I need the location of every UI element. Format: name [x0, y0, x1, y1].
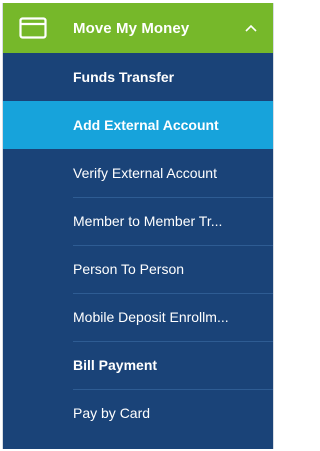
menu-item-add-external-account[interactable]: Add External Account — [3, 101, 273, 149]
menu-item-label: Add External Account — [73, 117, 219, 133]
menu-item-label: Verify External Account — [73, 165, 217, 181]
menu-item-bill-payment[interactable]: Bill Payment — [3, 341, 273, 389]
menu-item-label: Person To Person — [73, 261, 185, 277]
menu-item-label: Pay by Card — [73, 405, 151, 421]
move-my-money-menu: Move My Money Funds Transfer Add Externa… — [2, 3, 274, 449]
menu-item-label: Member to Member Tr... — [73, 213, 223, 229]
menu-item-pay-by-card[interactable]: Pay by Card — [3, 389, 273, 437]
menu-item-label: Funds Transfer — [73, 69, 175, 85]
menu-item-label: Mobile Deposit Enrollm... — [73, 309, 229, 325]
menu-item-person-to-person[interactable]: Person To Person — [3, 245, 273, 293]
menu-item-funds-transfer[interactable]: Funds Transfer — [3, 53, 273, 101]
menu-header-move-my-money[interactable]: Move My Money — [3, 3, 273, 53]
menu-header-title: Move My Money — [73, 19, 190, 37]
menu-item-member-to-member-transfer[interactable]: Member to Member Tr... — [3, 197, 273, 245]
menu-item-verify-external-account[interactable]: Verify External Account — [3, 149, 273, 197]
menu-item-label: Bill Payment — [73, 357, 158, 373]
chevron-up-icon[interactable] — [229, 3, 273, 53]
credit-card-icon — [3, 3, 63, 53]
menu-item-mobile-deposit-enrollment[interactable]: Mobile Deposit Enrollm... — [3, 293, 273, 341]
menu-items: Funds Transfer Add External Account Veri… — [3, 53, 273, 437]
